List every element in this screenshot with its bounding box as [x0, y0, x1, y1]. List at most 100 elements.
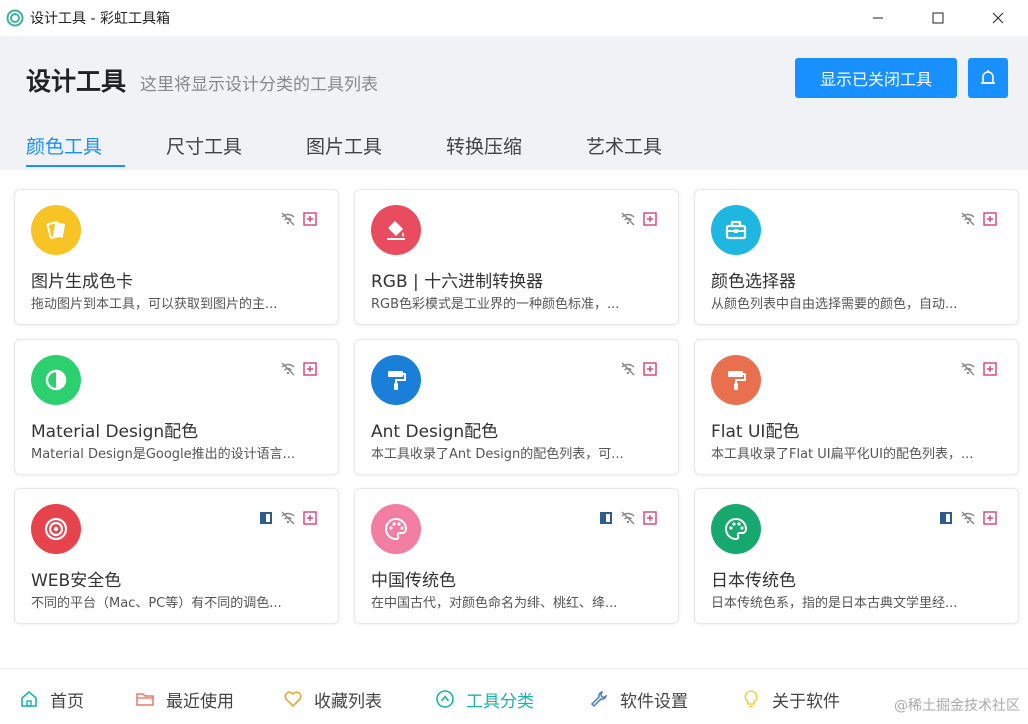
card-title: 日本传统色	[711, 571, 796, 591]
nav-label: 工具分类	[466, 691, 534, 712]
card-description: 从颜色列表中自由选择需要的颜色，自动...	[711, 297, 958, 312]
add-favorite-icon[interactable]	[302, 361, 318, 377]
minimize-icon	[873, 17, 883, 19]
panel-icon	[938, 510, 954, 526]
card-title: Flat UI配色	[711, 422, 800, 442]
page-header: 设计工具 这里将显示设计分类的工具列表 显示已关闭工具 颜色工具 尺寸工具 图片…	[0, 36, 1028, 170]
tool-card-material-design[interactable]: Material Design配色 Material Design是Google…	[14, 339, 339, 475]
tool-grid: 图片生成色卡 拖动图片到本工具，可以获取到图片的主... RGB | 十六进制转…	[0, 170, 1028, 668]
card-description: 本工具收录了Flat UI扁平化UI的配色列表，...	[711, 447, 974, 462]
title-bar: 设计工具 - 彩虹工具箱	[0, 0, 1028, 36]
window-title: 设计工具 - 彩虹工具箱	[30, 11, 170, 27]
show-closed-tools-button[interactable]: 显示已关闭工具	[795, 58, 957, 98]
watermark: @稀土掘金技术社区	[894, 698, 1020, 714]
paint-roller-icon	[711, 355, 761, 405]
card-description: 不同的平台（Mac、PC等）有不同的调色...	[31, 596, 282, 611]
card-title: 中国传统色	[371, 571, 456, 591]
card-description: Material Design是Google推出的设计语言...	[31, 447, 296, 462]
card-title: Material Design配色	[31, 422, 199, 442]
add-favorite-icon[interactable]	[302, 211, 318, 227]
target-icon	[31, 504, 81, 554]
palette-icon	[371, 504, 421, 554]
card-description: 拖动图片到本工具，可以获取到图片的主...	[31, 297, 278, 312]
tool-card-japanese-colors[interactable]: 日本传统色 日本传统色系，指的是日本古典文学里经...	[694, 488, 1019, 624]
add-favorite-icon[interactable]	[642, 361, 658, 377]
nav-label: 收藏列表	[314, 691, 382, 712]
active-tab-indicator	[26, 165, 125, 167]
palette-icon	[711, 504, 761, 554]
card-description: 日本传统色系，指的是日本古典文学里经...	[711, 596, 958, 611]
close-icon	[992, 12, 1004, 24]
offline-icon	[620, 211, 636, 227]
tool-card-web-safe-colors[interactable]: WEB安全色 不同的平台（Mac、PC等）有不同的调色...	[14, 488, 339, 624]
nav-label: 关于软件	[772, 691, 840, 712]
card-title: Ant Design配色	[371, 422, 499, 442]
tab-size-tools[interactable]: 尺寸工具	[166, 132, 306, 166]
offline-icon	[620, 510, 636, 526]
card-title: RGB | 十六进制转换器	[371, 272, 544, 292]
nav-home[interactable]: 首页	[18, 687, 84, 712]
tool-card-chinese-colors[interactable]: 中国传统色 在中国古代，对颜色命名为绯、桃红、绛...	[354, 488, 679, 624]
nav-settings[interactable]: 软件设置	[588, 687, 688, 712]
offline-icon	[280, 361, 296, 377]
notification-button[interactable]	[968, 58, 1008, 98]
nav-tool-categories[interactable]: 工具分类	[434, 687, 534, 712]
page-subtitle: 这里将显示设计分类的工具列表	[140, 75, 378, 95]
card-title: WEB安全色	[31, 571, 122, 591]
half-circle-icon	[31, 355, 81, 405]
nav-recent[interactable]: 最近使用	[134, 687, 234, 712]
palette-cards-icon	[31, 205, 81, 255]
bell-icon	[981, 70, 995, 84]
tool-card-rgb-hex[interactable]: RGB | 十六进制转换器 RGB色彩模式是工业界的一种颜色标准，...	[354, 189, 679, 325]
card-title: 颜色选择器	[711, 272, 796, 292]
compass-icon	[434, 688, 456, 710]
nav-about[interactable]: 关于软件	[740, 687, 840, 712]
add-favorite-icon[interactable]	[642, 211, 658, 227]
tool-card-image-palette[interactable]: 图片生成色卡 拖动图片到本工具，可以获取到图片的主...	[14, 189, 339, 325]
offline-icon	[280, 510, 296, 526]
tool-card-color-picker[interactable]: 颜色选择器 从颜色列表中自由选择需要的颜色，自动...	[694, 189, 1019, 325]
nav-label: 软件设置	[620, 691, 688, 712]
add-favorite-icon[interactable]	[982, 510, 998, 526]
folder-icon	[134, 688, 156, 710]
offline-icon	[960, 361, 976, 377]
offline-icon	[620, 361, 636, 377]
tool-card-flat-ui[interactable]: Flat UI配色 本工具收录了Flat UI扁平化UI的配色列表，...	[694, 339, 1019, 475]
add-favorite-icon[interactable]	[302, 510, 318, 526]
add-favorite-icon[interactable]	[642, 510, 658, 526]
tab-art-tools[interactable]: 艺术工具	[586, 132, 726, 166]
category-tabs: 颜色工具 尺寸工具 图片工具 转换压缩 艺术工具	[26, 132, 726, 166]
offline-icon	[960, 211, 976, 227]
card-title: 图片生成色卡	[31, 272, 133, 292]
paint-bucket-icon	[371, 205, 421, 255]
heart-icon	[282, 688, 304, 710]
nav-label: 最近使用	[166, 691, 234, 712]
maximize-icon	[932, 12, 944, 24]
nav-favorites[interactable]: 收藏列表	[282, 687, 382, 712]
offline-icon	[960, 510, 976, 526]
wrench-icon	[588, 688, 610, 710]
tab-convert-compress[interactable]: 转换压缩	[446, 132, 586, 166]
close-button[interactable]	[968, 0, 1028, 36]
home-icon	[18, 688, 40, 710]
toolbox-icon	[711, 205, 761, 255]
card-description: 在中国古代，对颜色命名为绯、桃红、绛...	[371, 596, 618, 611]
paint-roller-icon	[371, 355, 421, 405]
offline-icon	[280, 211, 296, 227]
maximize-button[interactable]	[908, 0, 968, 36]
add-favorite-icon[interactable]	[982, 361, 998, 377]
tab-image-tools[interactable]: 图片工具	[306, 132, 446, 166]
card-description: RGB色彩模式是工业界的一种颜色标准，...	[371, 297, 620, 312]
panel-icon	[258, 510, 274, 526]
lightbulb-icon	[740, 688, 762, 710]
panel-icon	[598, 510, 614, 526]
page-title: 设计工具	[26, 67, 127, 96]
bottom-nav: 首页 最近使用 收藏列表 工具分类 软件设置 关于软件 @稀土掘金技术社区	[0, 668, 1028, 724]
tool-card-ant-design[interactable]: Ant Design配色 本工具收录了Ant Design的配色列表，可...	[354, 339, 679, 475]
tab-color-tools[interactable]: 颜色工具	[26, 132, 126, 166]
card-description: 本工具收录了Ant Design的配色列表，可...	[371, 447, 624, 462]
nav-label: 首页	[50, 691, 84, 712]
rainbow-app-icon	[6, 9, 24, 27]
minimize-button[interactable]	[848, 0, 908, 36]
add-favorite-icon[interactable]	[982, 211, 998, 227]
